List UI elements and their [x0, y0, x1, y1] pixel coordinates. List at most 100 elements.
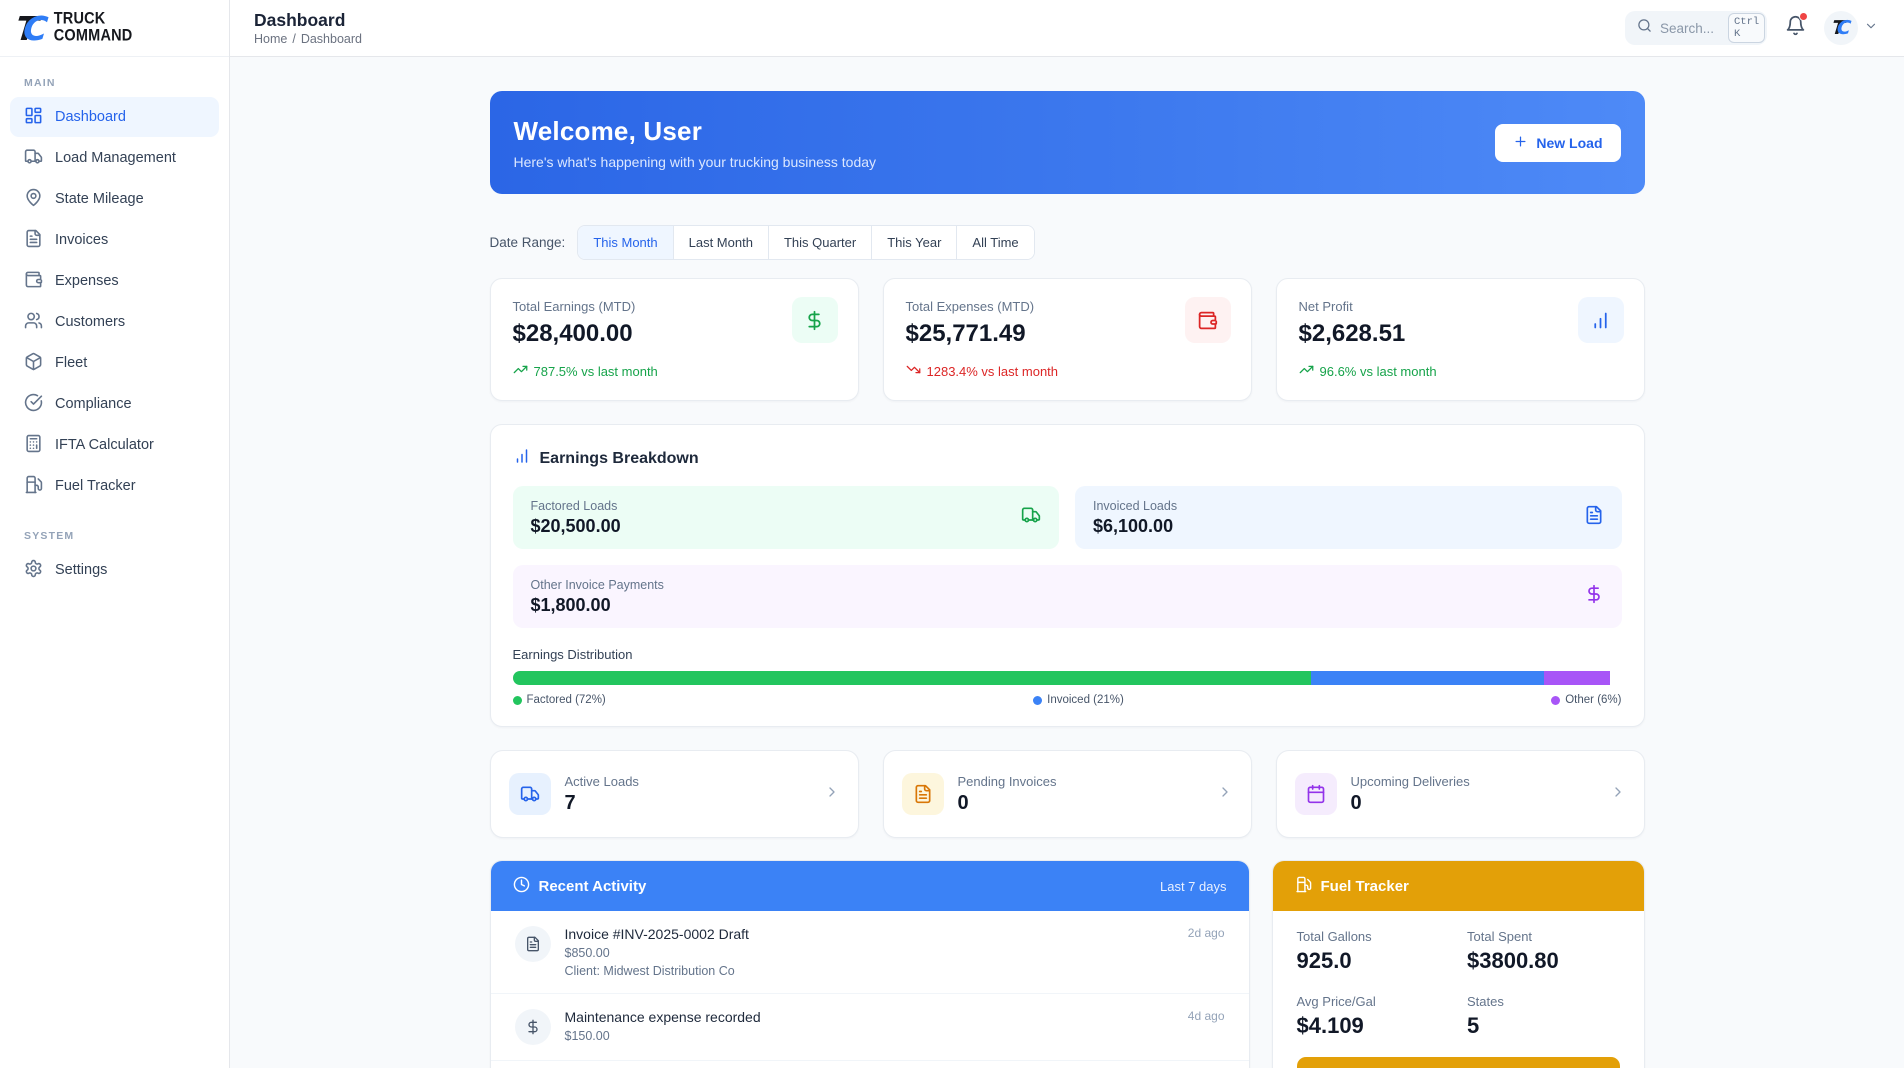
- new-load-button[interactable]: New Load: [1495, 124, 1620, 162]
- search-box[interactable]: Ctrl K: [1625, 11, 1767, 45]
- upcoming-deliveries-card[interactable]: Upcoming Deliveries 0: [1276, 750, 1645, 838]
- breakdown-value: $1,800.00: [531, 595, 664, 616]
- earnings-breakdown-header: Earnings Breakdown: [513, 447, 1622, 470]
- notification-dot: [1799, 12, 1808, 21]
- wallet-icon: [24, 270, 43, 293]
- distribution-segment-other: [1544, 671, 1611, 685]
- stat-label: Net Profit: [1299, 299, 1622, 314]
- date-range-this-quarter[interactable]: This Quarter: [769, 226, 872, 259]
- sidebar-item-customers[interactable]: Customers: [10, 302, 219, 342]
- net-profit-card: Net Profit $2,628.51 96.6% vs last month: [1276, 278, 1645, 401]
- brand-logo[interactable]: TC TRUCK COMMAND: [0, 0, 229, 57]
- sidebar-item-invoices[interactable]: Invoices: [10, 220, 219, 260]
- earnings-distribution-label: Earnings Distribution: [513, 647, 1622, 662]
- recent-activity-header: Recent Activity Last 7 days: [491, 861, 1249, 911]
- add-fuel-purchase-button[interactable]: Add Fuel Purchase: [1297, 1057, 1620, 1068]
- users-icon: [24, 311, 43, 334]
- total-expenses-card: Total Expenses (MTD) $25,771.49 1283.4% …: [883, 278, 1252, 401]
- date-range-this-month[interactable]: This Month: [578, 226, 673, 259]
- sidebar-item-fleet[interactable]: Fleet: [10, 343, 219, 383]
- fuel-tracker-header: Fuel Tracker: [1273, 861, 1644, 911]
- dollar-icon: [1584, 584, 1604, 609]
- invoiced-loads-box: Invoiced Loads $6,100.00: [1075, 486, 1622, 549]
- breakdown-value: $20,500.00: [531, 516, 621, 537]
- stat-value: $2,628.51: [1299, 320, 1622, 348]
- clock-icon: [513, 876, 530, 897]
- sidebar-nav: MAIN Dashboard Load Management State Mil…: [0, 57, 229, 591]
- search-input[interactable]: [1660, 21, 1720, 36]
- fuel-stat-value: $3800.80: [1467, 948, 1620, 974]
- sidebar-item-load-management[interactable]: Load Management: [10, 138, 219, 178]
- activity-detail: Client: Midwest Distribution Co: [565, 964, 749, 978]
- sidebar-item-label: State Mileage: [55, 191, 144, 207]
- search-icon: [1637, 18, 1652, 38]
- activity-title: Maintenance expense recorded: [565, 1009, 761, 1025]
- active-loads-card[interactable]: Active Loads 7: [490, 750, 859, 838]
- date-range-last-month[interactable]: Last Month: [674, 226, 769, 259]
- truck-icon: [509, 773, 551, 815]
- activity-period: Last 7 days: [1160, 879, 1227, 894]
- breadcrumb-home[interactable]: Home: [254, 32, 287, 46]
- package-icon: [24, 352, 43, 375]
- factored-loads-box: Factored Loads $20,500.00: [513, 486, 1060, 549]
- sidebar-item-label: Compliance: [55, 396, 132, 412]
- fuel-stat-avg-price: Avg Price/Gal $4.109: [1297, 994, 1450, 1039]
- other-invoice-payments-box: Other Invoice Payments $1,800.00: [513, 565, 1622, 628]
- date-range-this-year[interactable]: This Year: [872, 226, 957, 259]
- breakdown-label: Other Invoice Payments: [531, 578, 664, 592]
- activity-list: Invoice #INV-2025-0002 Draft $850.00 Cli…: [491, 911, 1249, 1068]
- trending-down-icon: [906, 362, 921, 380]
- avatar: TC: [1824, 11, 1858, 45]
- user-menu[interactable]: TC: [1824, 11, 1878, 45]
- nav-section-system: SYSTEM: [10, 520, 219, 550]
- page-title: Dashboard: [254, 10, 362, 30]
- map-pin-icon: [24, 188, 43, 211]
- list-item[interactable]: Maintenance expense recorded $150.00 4d …: [491, 993, 1249, 1060]
- list-item[interactable]: Invoice #INV-2025-0002 Draft $850.00 Cli…: [491, 911, 1249, 993]
- legend-dot-purple: [1551, 696, 1560, 705]
- fuel-tracker-card: Fuel Tracker Total Gallons 925.0 Total: [1272, 860, 1645, 1068]
- sidebar-item-settings[interactable]: Settings: [10, 550, 219, 590]
- quick-stat-label: Active Loads: [565, 774, 639, 789]
- quick-stat-label: Pending Invoices: [958, 774, 1057, 789]
- sidebar-item-label: Invoices: [55, 232, 108, 248]
- stat-trend: 1283.4% vs last month: [906, 362, 1229, 380]
- pending-invoices-card[interactable]: Pending Invoices 0: [883, 750, 1252, 838]
- dashboard-icon: [24, 106, 43, 129]
- breadcrumb-current: Dashboard: [301, 32, 362, 46]
- bar-chart-icon: [1578, 297, 1624, 343]
- breakdown-value: $6,100.00: [1093, 516, 1177, 537]
- quick-stat-value: 0: [1351, 792, 1470, 815]
- sidebar: TC TRUCK COMMAND MAIN Dashboard Load Man…: [0, 0, 230, 1068]
- sidebar-item-state-mileage[interactable]: State Mileage: [10, 179, 219, 219]
- avatar-logo-icon: TC: [1831, 19, 1851, 38]
- file-icon: [24, 229, 43, 252]
- fuel-stat-value: 925.0: [1297, 948, 1450, 974]
- chevron-right-icon: [824, 784, 840, 805]
- breakdown-label: Factored Loads: [531, 499, 621, 513]
- date-range-all-time[interactable]: All Time: [957, 226, 1033, 259]
- notifications-button[interactable]: [1785, 15, 1806, 41]
- plus-icon: [1513, 134, 1528, 152]
- legend-dot-green: [513, 696, 522, 705]
- welcome-subtitle: Here's what's happening with your trucki…: [514, 154, 877, 170]
- activity-time: 2d ago: [1188, 926, 1225, 978]
- sidebar-item-dashboard[interactable]: Dashboard: [10, 97, 219, 137]
- stat-trend: 96.6% vs last month: [1299, 362, 1622, 380]
- sidebar-item-label: Customers: [55, 314, 125, 330]
- legend-other: Other (6%): [1551, 694, 1621, 706]
- dollar-icon: [515, 1009, 551, 1045]
- stat-label: Total Expenses (MTD): [906, 299, 1229, 314]
- stat-value: $28,400.00: [513, 320, 836, 348]
- sidebar-item-fuel-tracker[interactable]: Fuel Tracker: [10, 466, 219, 506]
- list-item[interactable]: Tolls expense recorded 4d ago: [491, 1060, 1249, 1068]
- app-window: TC TRUCK COMMAND MAIN Dashboard Load Man…: [0, 0, 1904, 1068]
- main-content[interactable]: Welcome, User Here's what's happening wi…: [230, 57, 1904, 1068]
- sidebar-item-expenses[interactable]: Expenses: [10, 261, 219, 301]
- sidebar-item-label: Fuel Tracker: [55, 478, 136, 494]
- welcome-title: Welcome, User: [514, 116, 877, 147]
- activity-title: Invoice #INV-2025-0002 Draft: [565, 926, 749, 942]
- sidebar-item-compliance[interactable]: Compliance: [10, 384, 219, 424]
- sidebar-item-ifta-calculator[interactable]: IFTA Calculator: [10, 425, 219, 465]
- search-shortcut-badge: Ctrl K: [1728, 13, 1765, 43]
